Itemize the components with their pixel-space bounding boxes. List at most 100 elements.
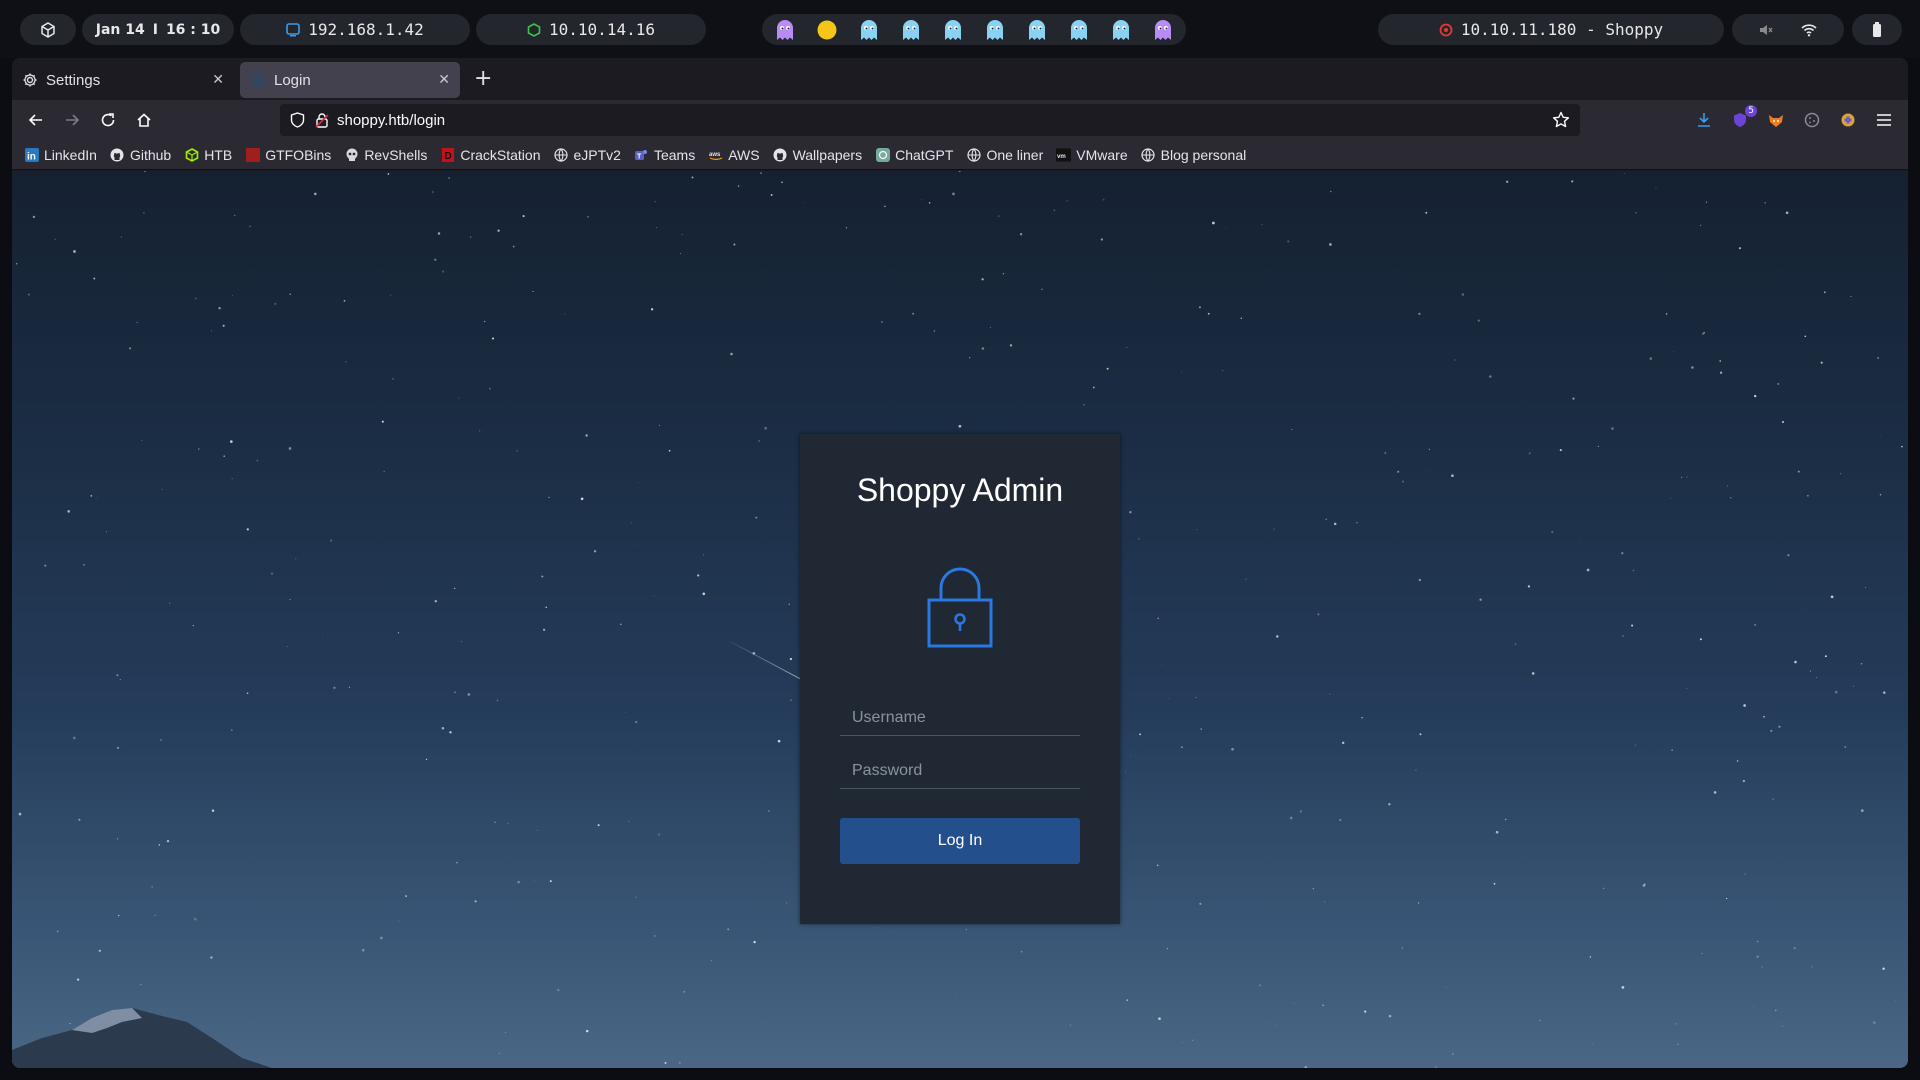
workspace-10-ghost-icon[interactable] [1153, 19, 1173, 41]
star [1700, 224, 1702, 226]
bookmark-gtfobins[interactable]: GTFOBins [245, 147, 331, 163]
star [1782, 1025, 1784, 1027]
bookmark-teams[interactable]: T Teams [634, 147, 695, 163]
new-tab-button[interactable]: + [474, 66, 492, 92]
star [548, 496, 550, 499]
star [270, 572, 274, 575]
star [505, 1031, 507, 1034]
cookie-extension-button[interactable] [1801, 109, 1823, 131]
star [881, 321, 883, 323]
bookmark-vmware[interactable]: vm VMware [1056, 147, 1128, 163]
star [1191, 1039, 1194, 1041]
star [1401, 480, 1405, 483]
workspace-6-ghost-icon[interactable] [985, 19, 1005, 41]
star [1785, 211, 1789, 215]
foxyproxy-button[interactable] [1765, 109, 1787, 131]
back-button[interactable] [24, 108, 48, 132]
target-widget[interactable]: 10.10.11.180 - Shoppy [1378, 14, 1724, 45]
star [1317, 613, 1320, 616]
bookmark-label: Github [129, 146, 172, 163]
star [637, 482, 639, 484]
bookmark-linkedin[interactable]: in LinkedIn [24, 147, 97, 163]
bookmark-wallpapers[interactable]: Wallpapers [773, 147, 862, 163]
bookmark-one-liner[interactable]: One liner [966, 147, 1043, 163]
arrow-left-icon [28, 114, 42, 126]
workspace-5-ghost-icon[interactable] [943, 19, 963, 41]
star [57, 930, 59, 933]
shield-icon[interactable] [290, 112, 305, 128]
star [1743, 704, 1746, 707]
star [496, 699, 499, 702]
downloads-button[interactable] [1693, 109, 1715, 131]
star [289, 598, 291, 601]
bookmark-github[interactable]: Github [110, 147, 171, 163]
workspace-7-ghost-icon[interactable] [1027, 19, 1047, 41]
star [1401, 947, 1403, 949]
star [1527, 585, 1531, 588]
tab-settings-close-icon[interactable]: ✕ [212, 71, 224, 88]
workspace-3-ghost-icon[interactable] [859, 19, 879, 41]
star [981, 278, 984, 281]
local-ip-widget[interactable]: 192.168.1.42 [240, 14, 470, 45]
menu-button[interactable] [1873, 109, 1895, 131]
bookmark-aws[interactable]: aws AWS [708, 147, 760, 163]
bookmark-chatgpt[interactable]: ChatGPT [875, 147, 953, 163]
workspace-4-ghost-icon[interactable] [901, 19, 921, 41]
tab-login[interactable]: Login ✕ [240, 62, 460, 98]
star [770, 194, 773, 196]
star [1157, 617, 1159, 620]
wappalyzer-button[interactable] [1837, 109, 1859, 131]
insecure-lock-icon[interactable] [315, 112, 329, 128]
login-button[interactable]: Log In [840, 818, 1080, 864]
tab-login-close-icon[interactable]: ✕ [438, 71, 450, 88]
username-input[interactable] [840, 700, 1080, 736]
star [1623, 172, 1625, 174]
padlock-icon [927, 567, 993, 648]
star [1823, 291, 1826, 294]
star [1341, 741, 1345, 745]
bookmark-blog-personal[interactable]: Blog personal [1141, 147, 1246, 163]
htb-icon [184, 147, 199, 162]
star [1778, 725, 1781, 728]
star [628, 820, 630, 822]
volume-muted-icon[interactable] [1759, 23, 1773, 37]
reload-button[interactable] [96, 108, 120, 132]
star [361, 948, 365, 952]
workspace-2-pacman-icon[interactable] [817, 19, 837, 41]
bookmark-htb[interactable]: HTB [184, 147, 232, 163]
wifi-icon[interactable] [1801, 23, 1817, 37]
star [1611, 427, 1614, 430]
bookmark-star-icon[interactable] [1552, 111, 1570, 129]
star [1572, 397, 1575, 400]
star [1388, 803, 1391, 806]
star [1041, 288, 1043, 290]
bookmark-crackstation[interactable]: D CrackStation [440, 147, 541, 163]
extension-shield-button[interactable]: 5 [1729, 105, 1757, 131]
battery-icon [1872, 21, 1882, 38]
status-widget[interactable] [1732, 14, 1844, 45]
star [1754, 394, 1757, 398]
workspace-9-ghost-icon[interactable] [1111, 19, 1131, 41]
url-bar[interactable]: shoppy.htb/login [280, 104, 1580, 136]
star [117, 838, 119, 840]
power-widget[interactable] [1852, 14, 1902, 45]
password-input[interactable] [840, 753, 1080, 789]
workspace-1-ghost-icon[interactable] [775, 19, 795, 41]
launcher-button[interactable] [20, 14, 76, 45]
extension-badge: 5 [1745, 105, 1757, 117]
vpn-ip-widget[interactable]: 10.10.14.16 [476, 14, 706, 45]
star [454, 691, 456, 693]
star [194, 297, 197, 300]
star [512, 245, 515, 248]
forward-button[interactable] [60, 108, 84, 132]
star [390, 294, 392, 296]
clock-widget[interactable]: Jan 14 I 16 : 10 [82, 14, 234, 45]
workspace-8-ghost-icon[interactable] [1069, 19, 1089, 41]
star [1451, 474, 1454, 478]
bookmark-revshells[interactable]: RevShells [344, 147, 427, 163]
bookmark-ejptv2[interactable]: eJPTv2 [554, 147, 621, 163]
star [1621, 986, 1625, 989]
home-button[interactable] [132, 108, 156, 132]
star [1744, 873, 1746, 875]
tab-settings[interactable]: Settings ✕ [12, 62, 234, 98]
